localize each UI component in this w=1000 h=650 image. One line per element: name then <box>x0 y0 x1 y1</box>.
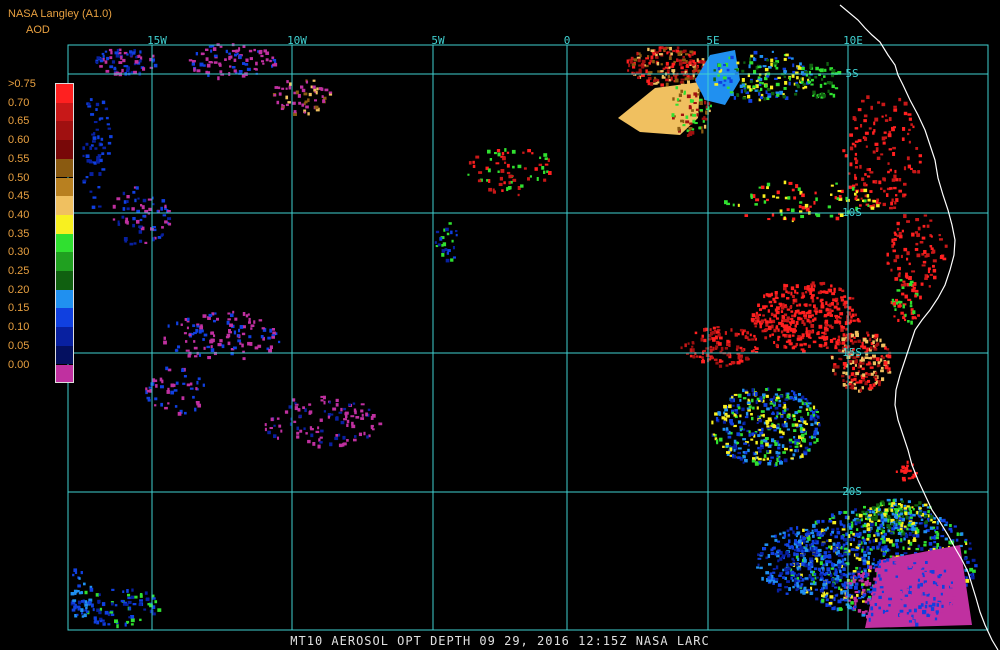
legend-label: 0.55 <box>8 152 30 165</box>
legend-label: 0.15 <box>8 302 30 315</box>
legend-label: 0.30 <box>8 246 30 259</box>
legend-label: 0.35 <box>8 227 30 240</box>
legend-label: >0.75 <box>8 78 36 90</box>
lat-label: 5S <box>845 67 858 80</box>
lon-label: 5W <box>431 34 445 47</box>
legend-label: 0.60 <box>8 134 30 147</box>
grid-labels: 15W 10W 5W 0 5E 10E 5S 10S 15S 20S <box>147 34 863 498</box>
legend-label: 0.05 <box>8 339 30 352</box>
legend-label: 0.10 <box>8 321 30 334</box>
legend-label: 0.20 <box>8 283 30 296</box>
source-label: NASA Langley (A1.0) <box>8 8 112 20</box>
legend-label: 0.00 <box>8 358 30 371</box>
lon-label: 15W <box>147 34 167 47</box>
aerosol-pixels <box>70 43 978 629</box>
lon-label: 0 <box>564 34 571 47</box>
lat-label: 15S <box>842 346 862 359</box>
footer-caption: MT10 AEROSOL OPT DEPTH 09 29, 2016 12:15… <box>290 634 710 648</box>
legend-label: 0.45 <box>8 190 30 203</box>
lon-label: 10W <box>287 34 307 47</box>
lat-label: 20S <box>842 485 862 498</box>
legend-label: 0.65 <box>8 115 30 128</box>
lon-label: 10E <box>843 34 863 47</box>
legend-label: 0.25 <box>8 265 30 277</box>
legend-label: 0.40 <box>8 208 30 221</box>
legend-label: 0.70 <box>8 96 30 109</box>
legend-border <box>55 83 74 384</box>
product-label: AOD <box>26 24 50 36</box>
aod-map: 15W 10W 5W 0 5E 10E 5S 10S 15S 20S <box>67 4 999 650</box>
lon-label: 5E <box>706 34 719 47</box>
legend-label: 0.50 <box>8 171 30 184</box>
lat-label: 10S <box>842 206 862 219</box>
